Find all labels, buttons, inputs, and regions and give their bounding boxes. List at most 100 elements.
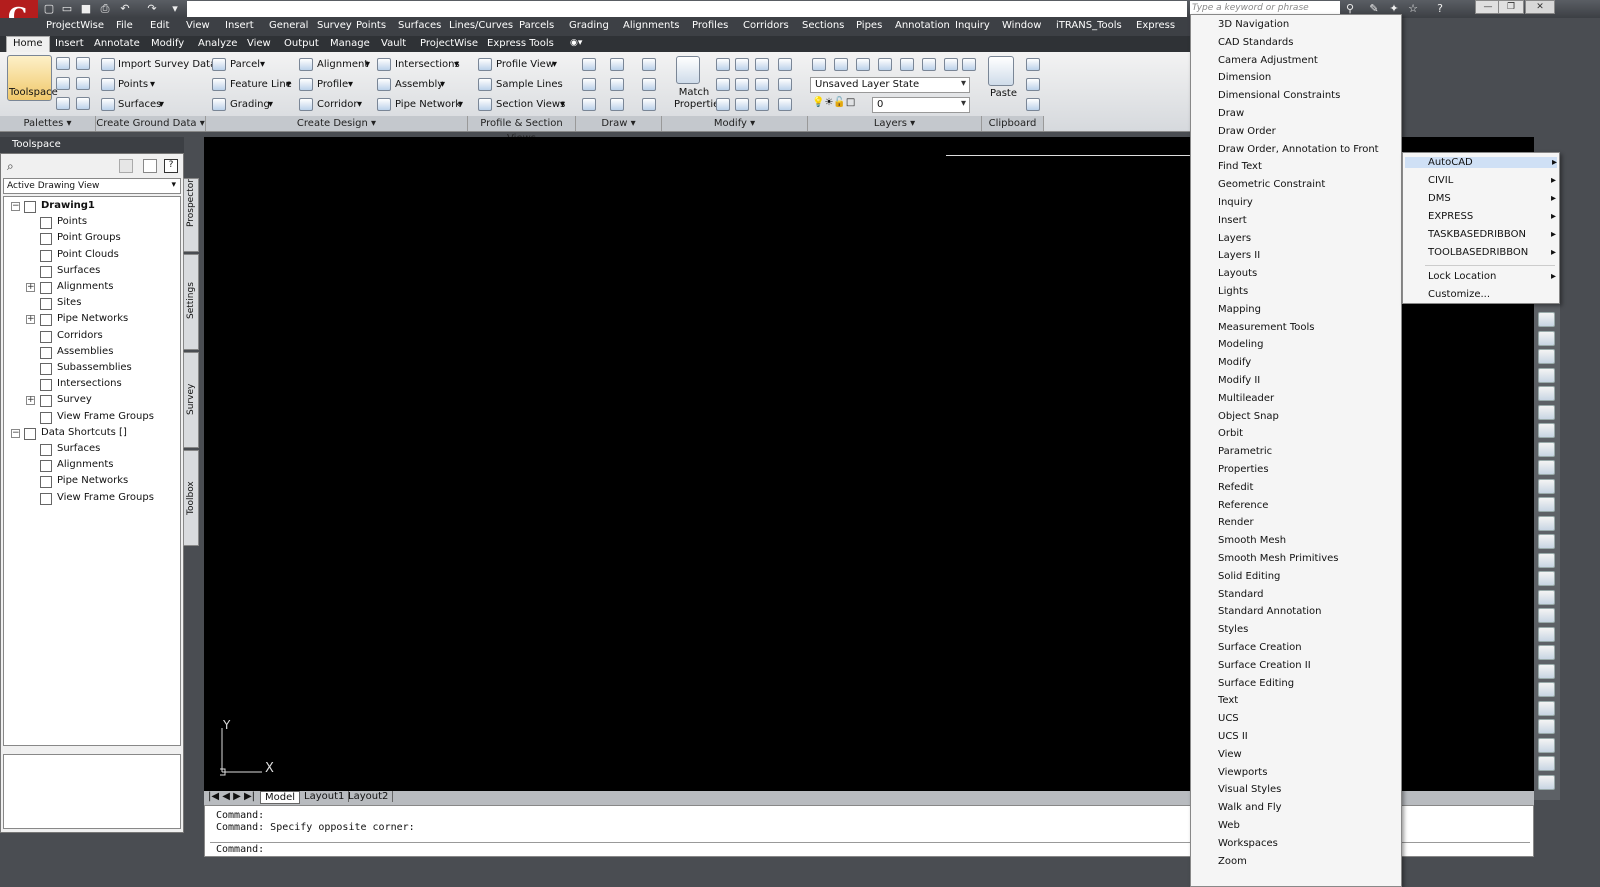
toolbar-menu-item[interactable]: Dimensional Constraints (1218, 90, 1340, 101)
layer-match-icon[interactable] (944, 58, 958, 71)
ellipse-icon[interactable] (610, 98, 624, 111)
toolbar-menu-item[interactable]: Refedit (1218, 482, 1253, 493)
menu-corridors[interactable]: Corridors (743, 20, 789, 31)
toolbar-menu-item[interactable]: Reference (1218, 500, 1268, 511)
array-icon[interactable] (755, 98, 769, 111)
move-icon[interactable] (716, 58, 730, 71)
toolbar-button-icon[interactable] (1538, 478, 1555, 494)
toolbar-button-icon[interactable] (1538, 441, 1555, 457)
menu-survey[interactable]: Survey (317, 20, 352, 31)
tree-item[interactable]: Pipe Networks (57, 475, 128, 486)
tab-manage[interactable]: Manage (330, 38, 370, 49)
tab-modify[interactable]: Modify (151, 38, 184, 49)
toolbar-menu-item[interactable]: Parametric (1218, 446, 1272, 457)
toolbar-menu-item[interactable]: Surface Editing (1218, 678, 1294, 689)
help-icon[interactable]: ? (164, 159, 178, 173)
profile-button[interactable]: Profile (317, 79, 348, 90)
tree-item[interactable]: Points (57, 216, 87, 227)
toolbar-menu-item[interactable]: Layouts (1218, 268, 1257, 279)
quick-access-dropdown-icon[interactable]: ▾ (168, 2, 182, 15)
submenu-item[interactable]: TASKBASEDRIBBON ▸ (1428, 229, 1556, 240)
cut-icon[interactable] (1026, 58, 1040, 71)
match-properties-button[interactable]: Match Properties (674, 87, 725, 111)
menu-parcels[interactable]: Parcels (519, 20, 554, 31)
layer-lock-icon[interactable] (922, 58, 936, 71)
toolbar-menu-item[interactable]: Standard Annotation (1218, 606, 1322, 617)
toolbar-menu-item[interactable]: CAD Standards (1218, 37, 1293, 48)
match-props-clip-icon[interactable] (1026, 98, 1040, 111)
toolbar-button-icon[interactable] (1538, 423, 1555, 438)
toolbar-button-icon[interactable] (1538, 719, 1555, 734)
toolbar-menu-item[interactable]: Styles (1218, 624, 1248, 635)
tab-model[interactable]: Model (260, 791, 301, 804)
toolbar-menu-item[interactable]: Standard (1218, 589, 1264, 600)
print-icon[interactable]: ⎙ (98, 2, 112, 15)
import-survey-button[interactable]: Import Survey Data (118, 59, 216, 70)
trim-icon[interactable] (755, 58, 769, 71)
toolbar-button-icon[interactable] (1538, 682, 1555, 697)
menu-surfaces[interactable]: Surfaces (398, 20, 441, 31)
tree-item[interactable]: Survey (57, 394, 92, 405)
help-icon[interactable]: ? (1432, 1, 1448, 16)
tree-item[interactable]: Intersections (57, 378, 122, 389)
toolbar-menu-item[interactable]: Multileader (1218, 393, 1274, 404)
toolbar-menu-item[interactable]: Workspaces (1218, 838, 1278, 849)
sheet-set-icon[interactable] (76, 97, 90, 110)
toolbar-menu-item[interactable]: Insert (1218, 215, 1247, 226)
view-selector[interactable]: Active Drawing View ▾ (3, 178, 181, 194)
layer-isolate-icon[interactable] (856, 58, 870, 71)
toolbar-menu-item[interactable]: Web (1218, 820, 1240, 831)
tab-express-tools[interactable]: Express Tools (487, 38, 554, 49)
chevron-down-icon[interactable]: ▾ (365, 59, 370, 70)
layer-off-icon[interactable] (900, 58, 914, 71)
toolbar-menu-item[interactable]: Inquiry (1218, 197, 1253, 208)
layer-props-icon[interactable] (56, 97, 70, 110)
paste-icon[interactable] (988, 56, 1014, 86)
toolbar-button-icon[interactable] (1538, 737, 1555, 753)
points-button[interactable]: Points (118, 79, 148, 90)
submenu-item[interactable]: TOOLBASEDRIBBON ▸ (1428, 247, 1556, 258)
profile-view-button[interactable]: Profile View (496, 59, 554, 70)
tab-insert[interactable]: Insert (55, 38, 84, 49)
toolbar-menu-item[interactable]: Modify (1218, 357, 1251, 368)
menu-sections[interactable]: Sections (802, 20, 844, 31)
submenu-item[interactable]: AutoCAD ▸ (1405, 157, 1557, 168)
toolbar-menu-item[interactable]: Orbit (1218, 428, 1243, 439)
tab-survey[interactable]: Survey (183, 352, 199, 448)
toolbar-menu-item[interactable]: Layers II (1218, 250, 1260, 261)
toolspace-item-view-icon[interactable] (143, 159, 157, 173)
layer-state-select[interactable]: Unsaved Layer State (810, 77, 970, 93)
toolbar-menu-item[interactable]: Draw (1218, 108, 1244, 119)
rotate-icon[interactable] (735, 58, 749, 71)
tree-item[interactable]: Data Shortcuts [] (41, 427, 127, 438)
toolbar-menu-item[interactable]: Draw Order, Annotation to Front (1218, 144, 1379, 155)
menu-file[interactable]: File (116, 20, 133, 31)
tab-prospector[interactable]: Prospector (183, 178, 199, 252)
tree-expander[interactable]: − (11, 202, 20, 211)
tab-settings[interactable]: Settings (183, 254, 199, 350)
tree-item[interactable]: Subassemblies (57, 362, 132, 373)
toolbar-menu-item[interactable]: Render (1218, 517, 1254, 528)
toolbar-menu-item[interactable]: Smooth Mesh (1218, 535, 1286, 546)
tree-expander[interactable]: + (26, 283, 35, 292)
toolspace-header[interactable]: Toolspace (0, 137, 184, 153)
toolbar-button-icon[interactable] (1538, 571, 1555, 586)
chevron-down-icon[interactable]: ▾ (357, 99, 362, 110)
tree-item[interactable]: Corridors (57, 330, 103, 341)
panel-palettes-label[interactable]: Palettes ▾ (0, 116, 96, 131)
grading-button[interactable]: Grading (230, 99, 270, 110)
menu-lines-curves[interactable]: Lines/Curves (449, 20, 513, 31)
toolbar-menu-item[interactable]: Zoom (1218, 856, 1247, 867)
chevron-down-icon[interactable]: ▾ (458, 99, 463, 110)
pipe-network-button[interactable]: Pipe Network (395, 99, 461, 110)
panel-draw-label[interactable]: Draw ▾ (576, 116, 662, 131)
menu-insert[interactable]: Insert (225, 20, 254, 31)
menu-itrans-tools[interactable]: iTRANS_Tools (1056, 20, 1122, 31)
layer-properties-icon[interactable] (812, 58, 826, 71)
submenu-item[interactable]: EXPRESS ▸ (1428, 211, 1556, 222)
tree-item[interactable]: Point Groups (57, 232, 121, 243)
toolbar-menu-item[interactable]: Modify II (1218, 375, 1260, 386)
feature-line-button[interactable]: Feature Line (230, 79, 292, 90)
chevron-down-icon[interactable]: ▾ (159, 99, 164, 110)
new-icon[interactable]: ▢ (42, 2, 56, 15)
